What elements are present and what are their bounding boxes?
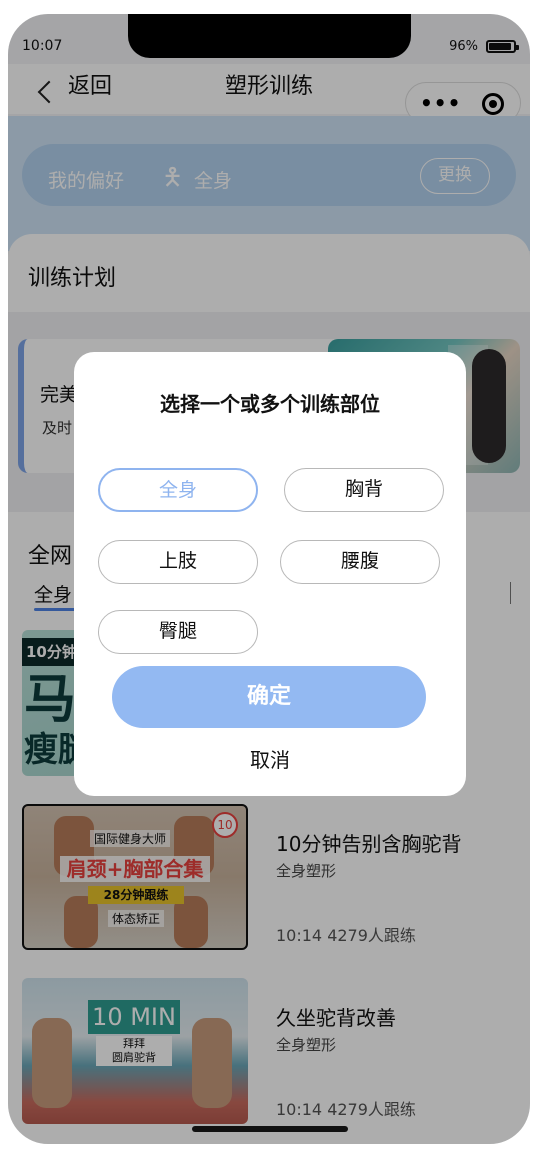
option-quanshen[interactable]: 全身 <box>98 468 258 512</box>
confirm-button[interactable]: 确定 <box>112 666 426 728</box>
option-shangzhi[interactable]: 上肢 <box>98 540 258 584</box>
body-part-modal: 选择一个或多个训练部位 全身 胸背 上肢 腰腹 臀腿 确定 取消 <box>74 352 466 796</box>
home-indicator <box>192 1126 348 1132</box>
option-xiongbei[interactable]: 胸背 <box>284 468 444 512</box>
option-yaofu[interactable]: 腰腹 <box>280 540 440 584</box>
cancel-button[interactable]: 取消 <box>74 744 466 773</box>
phone-screen: 10:07 96% 返回 塑形训练 ••• 我的偏好 🯅 全身 更换 训练计划 … <box>8 14 530 1144</box>
option-tuntui[interactable]: 臀腿 <box>98 610 258 654</box>
modal-title: 选择一个或多个训练部位 <box>160 392 380 416</box>
